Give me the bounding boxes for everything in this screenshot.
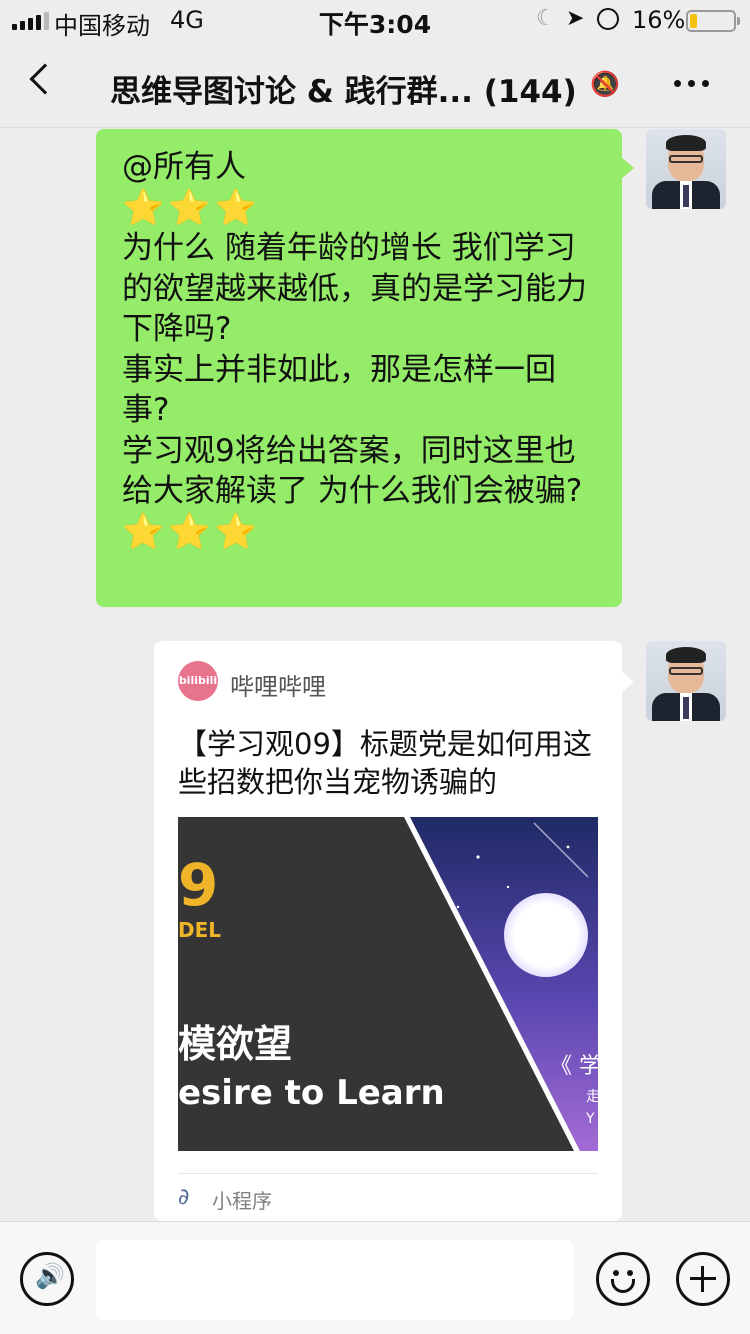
mention-text: @所有人 xyxy=(122,149,246,185)
message-input[interactable] xyxy=(96,1240,574,1320)
battery-fill xyxy=(690,14,697,28)
thumb-right-small-1: 走 xyxy=(586,1089,598,1105)
avatar[interactable] xyxy=(646,129,726,209)
thumb-right-small-2: Y xyxy=(585,1111,595,1127)
battery-icon xyxy=(686,10,740,32)
thumb-right-cn: 《 学 xyxy=(550,1054,598,1079)
stars-bottom: ⭐⭐⭐ xyxy=(122,511,262,552)
more-icon[interactable] xyxy=(674,62,709,87)
mute-bell-icon: 🔕 xyxy=(590,70,620,98)
voice-icon[interactable]: 🔊 xyxy=(20,1252,74,1306)
thumbnail-image: 9 DEL 模欲望 esire to Learn 《 学 走 Y xyxy=(178,817,598,1151)
bilibili-logo-icon: bilibili xyxy=(178,661,218,701)
back-icon[interactable] xyxy=(29,63,61,95)
share-card[interactable]: bilibili 哔哩哔哩 【学习观09】标题党是如何用这些招数把你当宠物诱骗的 xyxy=(154,641,634,1221)
mini-program-label: 小程序 xyxy=(212,1189,272,1213)
chat-title: 思维导图讨论 & 践行群... (144) xyxy=(110,74,577,110)
thumb-number: 9 xyxy=(178,851,218,919)
card-source-name: 哔哩哔哩 xyxy=(230,673,326,701)
battery-percent: 16% xyxy=(632,6,686,34)
card-divider xyxy=(178,1173,598,1174)
chat-area[interactable]: @所有人 ⭐⭐⭐ 为什么 随着年龄的增长 我们学习的欲望越来越低，真的是学习能力… xyxy=(0,129,750,1221)
emoji-icon[interactable] xyxy=(596,1252,650,1306)
moon-icon: ☾ xyxy=(536,6,556,31)
location-icon: ➤ xyxy=(566,6,585,31)
input-bar: 🔊 xyxy=(0,1221,750,1334)
nav-bar: 思维导图讨论 & 践行群... (144) 🔕 xyxy=(0,40,750,128)
status-bar: 中国移动 4G 下午3:04 ☾ ➤ 16% xyxy=(0,0,750,40)
card-title: 【学习观09】标题党是如何用这些招数把你当宠物诱骗的 xyxy=(178,727,592,799)
thumb-cn-title: 模欲望 xyxy=(178,1022,292,1066)
message-body: 为什么 随着年龄的增长 我们学习的欲望越来越低，真的是学习能力下降吗? 事实上并… xyxy=(122,230,587,509)
thumb-model: DEL xyxy=(178,918,221,942)
alarm-icon xyxy=(597,8,619,30)
text-message-bubble[interactable]: @所有人 ⭐⭐⭐ 为什么 随着年龄的增长 我们学习的欲望越来越低，真的是学习能力… xyxy=(96,129,634,607)
plus-icon[interactable] xyxy=(676,1252,730,1306)
avatar[interactable] xyxy=(646,641,726,721)
card-thumbnail: 9 DEL 模欲望 esire to Learn 《 学 走 Y xyxy=(178,817,598,1151)
stars-top: ⭐⭐⭐ xyxy=(122,187,262,228)
mini-program-icon: ∂ xyxy=(178,1185,190,1210)
thumb-en-title: esire to Learn xyxy=(178,1073,445,1113)
